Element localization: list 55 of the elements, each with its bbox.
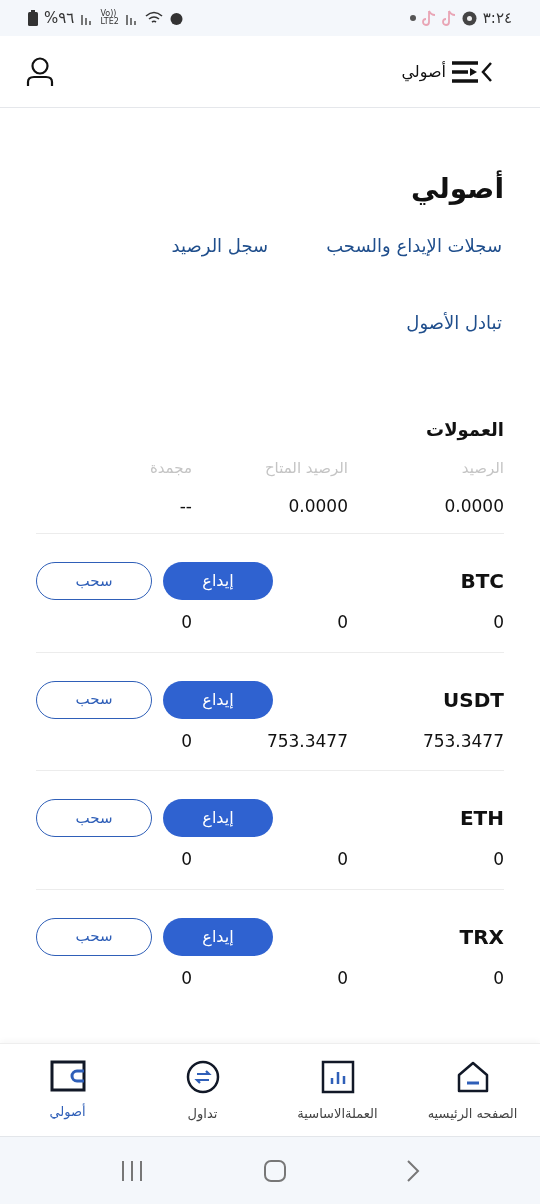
browser-icon	[461, 10, 477, 26]
nav-tab[interactable]: أصولي	[49, 1102, 86, 1122]
coin-name: BTC	[460, 568, 504, 595]
music-note-icon	[441, 10, 456, 26]
table-cell-text: 0	[180, 848, 192, 871]
home-button-icon[interactable]	[263, 1158, 287, 1183]
table-cell-text: 753.3477	[265, 729, 348, 753]
back-icon[interactable]	[406, 1158, 421, 1183]
section-title: العمولات	[426, 418, 504, 443]
table-cell-text: 0	[336, 966, 348, 990]
deposit-button[interactable]: إيداع	[163, 680, 273, 719]
table-cell-text: 0.0000	[443, 494, 504, 518]
recent-apps-icon[interactable]	[119, 1159, 144, 1182]
battery-percent: %٩٦	[44, 7, 75, 29]
clock: ٣:٢٤	[482, 7, 512, 29]
table-cell-text: 753.3477	[421, 729, 504, 753]
column-header: مجمدة	[148, 458, 192, 479]
coin-name: TRX	[459, 923, 504, 951]
coin-name: ETH	[459, 805, 504, 832]
table-cell-text: --	[178, 494, 192, 518]
music-note-icon	[421, 10, 436, 26]
table-cell-text: 0	[492, 966, 504, 990]
table-cell-text: 0.0000	[287, 494, 348, 518]
wallet-icon	[49, 1060, 86, 1092]
exchange-icon	[185, 1060, 220, 1094]
table-cell-text: 0	[492, 848, 504, 871]
volte-label: Vo))	[100, 10, 117, 18]
coin-name: USDT	[443, 686, 504, 714]
deposit-button[interactable]: إيداع	[163, 562, 273, 600]
header-title: أصولي	[401, 60, 446, 84]
deposit-button[interactable]: إيداع	[163, 917, 273, 956]
table-cell-text: 0	[180, 611, 192, 634]
home-icon	[455, 1060, 490, 1094]
asset-exchange-link[interactable]: تبادل الأصول	[406, 309, 502, 336]
page-title: أصولي	[410, 169, 504, 207]
collapse-menu-icon[interactable]	[450, 59, 494, 84]
dot-icon	[409, 15, 416, 21]
balance-history-link[interactable]: سجل الرصيد	[171, 232, 269, 259]
battery-icon	[28, 10, 38, 26]
network-label: LTE2	[100, 18, 119, 26]
wifi-icon	[144, 11, 163, 25]
table-cell-text: 0	[180, 729, 192, 753]
column-header: الرصيد	[460, 458, 504, 479]
table-cell-text: 0	[492, 611, 504, 634]
chart-icon	[320, 1060, 355, 1094]
nav-tab[interactable]: الصفحه الرئيسيه	[427, 1104, 518, 1124]
user-icon[interactable]	[26, 56, 54, 87]
nav-tab[interactable]: تداول	[187, 1104, 218, 1124]
table-cell-text: 0	[180, 966, 192, 990]
table-cell-text: 0	[336, 611, 348, 634]
deposit-button[interactable]: إيداع	[163, 799, 273, 837]
deposit-withdraw-records-link[interactable]: سجلات الإيداع والسحب	[326, 232, 502, 259]
nav-tab[interactable]: العملةالاساسية	[297, 1104, 378, 1124]
column-header: الرصيد المتاح	[263, 458, 348, 479]
table-cell-text: 0	[336, 848, 348, 871]
